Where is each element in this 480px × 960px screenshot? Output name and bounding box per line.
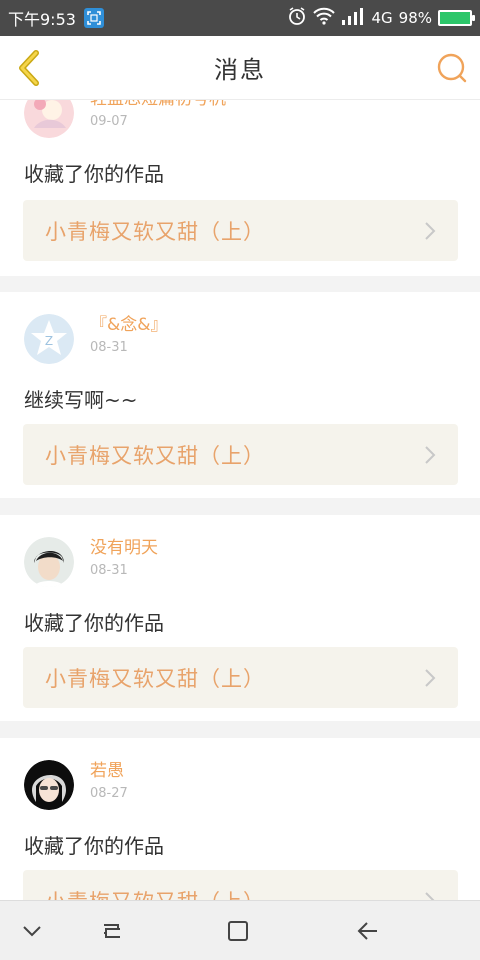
avatar[interactable] [24,537,74,587]
avatar[interactable]: Z [24,314,74,364]
message-text: 收藏了你的作品 [24,162,164,186]
chevron-left-icon [19,50,39,86]
nav-back-button[interactable] [352,915,384,947]
top-bar: 消息 [0,36,480,100]
message-text: 继续写啊~~ [24,388,138,412]
message-date: 08-31 [90,563,128,578]
search-button[interactable] [434,50,470,86]
back-arrow-icon [357,922,377,940]
avatar[interactable] [24,760,74,810]
message-card: 轻盈忘短篇初号机 09-07 收藏了你的作品 小青梅又软又甜（上） [0,100,480,276]
chevron-right-icon [425,892,435,900]
system-nav-bar [0,900,480,960]
signal-icon [341,7,365,29]
message-card: Z 『&念&』 08-31 继续写啊~~ 小青梅又软又甜（上） [0,292,480,498]
alarm-icon [287,6,307,30]
battery-icon [438,10,475,26]
recent-apps-icon [104,924,120,938]
username[interactable]: 若愚 [90,760,128,782]
message-date: 08-27 [90,786,128,801]
network-type: 4G [371,9,393,27]
chevron-right-icon [425,222,436,240]
status-time: 下午9:53 [8,10,76,29]
chevron-right-icon [425,446,436,464]
wifi-icon [313,7,336,29]
work-link[interactable]: 小青梅又软又甜（上） [23,647,458,708]
message-card: 没有明天 08-31 收藏了你的作品 小青梅又软又甜（上） [0,515,480,721]
home-square-icon [228,921,248,941]
search-icon [437,53,467,83]
avatar[interactable] [24,100,74,138]
chevron-down-icon [23,926,41,937]
work-link[interactable]: 小青梅又软又甜（上） [23,870,458,900]
message-date: 09-07 [90,114,128,129]
screenshot-icon [83,8,104,28]
work-link[interactable]: 小青梅又软又甜（上） [23,424,458,485]
hide-nav-button[interactable] [16,915,48,947]
recent-apps-button[interactable] [96,915,128,947]
username[interactable]: 轻盈忘短篇初号机 [90,100,226,110]
battery-percent: 98% [398,9,432,27]
message-text: 收藏了你的作品 [24,834,164,858]
work-title: 小青梅又软又甜（上） [45,219,265,244]
message-list[interactable]: 轻盈忘短篇初号机 09-07 收藏了你的作品 小青梅又软又甜（上） Z 『&念&… [0,100,480,900]
work-title: 小青梅又软又甜（上） [45,666,265,691]
status-bar: 下午9:53 4G 98% [0,0,480,36]
work-title: 小青梅又软又甜（上） [45,886,265,901]
page-title: 消息 [214,56,266,84]
message-card: 若愚 08-27 收藏了你的作品 小青梅又软又甜（上） [0,738,480,900]
message-text: 收藏了你的作品 [24,611,164,635]
message-date: 08-31 [90,340,128,355]
chevron-right-icon [425,669,436,687]
username[interactable]: 没有明天 [90,537,158,559]
work-link[interactable]: 小青梅又软又甜（上） [23,200,458,261]
back-button[interactable] [12,50,48,86]
work-title: 小青梅又软又甜（上） [45,443,265,468]
username[interactable]: 『&念&』 [90,314,168,336]
home-button[interactable] [222,915,254,947]
svg-text:Z: Z [45,334,53,348]
